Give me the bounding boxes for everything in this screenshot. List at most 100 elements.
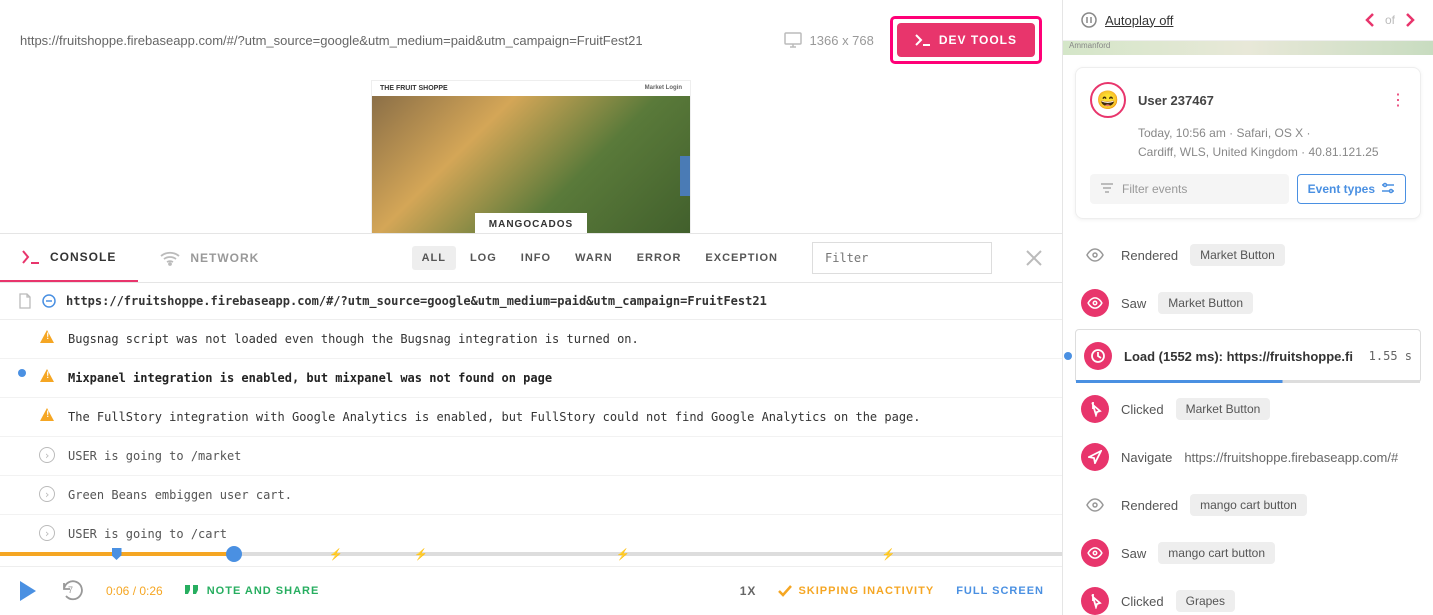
filter-events-input[interactable]: Filter events [1090, 174, 1289, 204]
prev-session-button[interactable] [1365, 13, 1375, 27]
console-filter-input[interactable] [812, 242, 992, 274]
eye-icon [1081, 491, 1109, 519]
file-icon [18, 293, 32, 309]
navigate-icon [1081, 443, 1109, 471]
next-session-button[interactable] [1405, 13, 1415, 27]
feedback-tab [680, 156, 690, 196]
collapse-icon[interactable] [42, 294, 56, 308]
warning-icon [40, 408, 54, 421]
wifi-icon [160, 250, 180, 266]
user-name[interactable]: User 237467 [1138, 93, 1214, 108]
playback-speed[interactable]: 1X [740, 584, 757, 598]
viewport-indicator: 1366 x 768 [784, 32, 874, 48]
event-label: Clicked [1121, 402, 1164, 417]
event-label: Saw [1121, 546, 1146, 561]
monitor-icon [784, 32, 802, 48]
console-breadcrumb: https://fruitshoppe.firebaseapp.com/#/?u… [0, 283, 1062, 320]
pointer-icon [1081, 587, 1109, 615]
console-message: Green Beans embiggen user cart. [68, 486, 1044, 504]
user-card: 😄 User 237467 ⋮ Today, 10:56 am · Safari… [1075, 67, 1421, 219]
event-time: 1.55 s [1369, 349, 1412, 363]
event-row[interactable]: Load (1552 ms): https://fruitshoppe.fi 1.… [1075, 329, 1421, 383]
console-row[interactable]: USER is going to /market [0, 437, 1062, 476]
play-button[interactable] [18, 580, 38, 602]
console-icon [915, 34, 931, 46]
event-label: Saw [1121, 296, 1146, 311]
event-chip: mango cart button [1190, 494, 1307, 516]
console-message: Mixpanel integration is enabled, but mix… [68, 369, 1044, 387]
playback-time: 0:06 / 0:26 [106, 584, 163, 598]
filter-exception[interactable]: EXCEPTION [695, 246, 788, 270]
filter-icon [1100, 183, 1114, 195]
eye-icon [1081, 539, 1109, 567]
pointer-icon [1081, 395, 1109, 423]
clock-icon [1084, 342, 1112, 370]
close-icon [1024, 248, 1044, 268]
fullscreen-button[interactable]: FULL SCREEN [956, 585, 1044, 597]
chevron-right-icon [1405, 13, 1415, 27]
page-url: https://fruitshoppe.firebaseapp.com/#/?u… [20, 33, 768, 48]
filter-warn[interactable]: WARN [565, 246, 623, 270]
filter-error[interactable]: ERROR [627, 246, 692, 270]
console-message: Bugsnag script was not loaded even thoug… [68, 330, 1044, 348]
console-row[interactable]: Mixpanel integration is enabled, but mix… [0, 359, 1062, 398]
event-chip: Market Button [1176, 398, 1271, 420]
event-label: Load (1552 ms): https://fruitshoppe.fi [1124, 349, 1357, 364]
console-message: USER is going to /market [68, 447, 1044, 465]
console-message: USER is going to /cart [68, 525, 1044, 543]
quote-icon [185, 585, 199, 597]
warning-icon [40, 369, 54, 382]
pause-icon [1081, 12, 1097, 28]
event-row[interactable]: Saw mango cart button [1075, 529, 1421, 577]
warning-icon [40, 330, 54, 343]
autoplay-toggle[interactable]: Autoplay off [1081, 12, 1173, 28]
console-icon [22, 250, 40, 264]
event-chip: Market Button [1158, 292, 1253, 314]
filter-info[interactable]: INFO [511, 246, 561, 270]
event-row[interactable]: Saw Market Button [1075, 279, 1421, 327]
event-row[interactable]: Navigate https://fruitshoppe.firebaseapp.… [1075, 433, 1421, 481]
event-label: Navigate [1121, 450, 1172, 465]
check-icon [778, 585, 792, 597]
user-avatar: 😄 [1090, 82, 1126, 118]
filter-log[interactable]: LOG [460, 246, 507, 270]
filter-all[interactable]: ALL [412, 246, 456, 270]
location-map: Ammanford [1063, 41, 1433, 55]
play-icon [18, 580, 38, 602]
event-chip: mango cart button [1158, 542, 1275, 564]
event-types-button[interactable]: Event types [1297, 174, 1406, 204]
playback-timeline[interactable]: ⚡ ⚡ ⚡ ⚡ [0, 552, 1062, 566]
session-preview: THE FRUIT SHOPPE Market Login MANGOCADOS [0, 80, 1062, 233]
console-message: The FullStory integration with Google An… [68, 408, 1044, 426]
devtools-button[interactable]: DEV TOOLS [897, 23, 1035, 57]
chevron-right-icon [39, 486, 55, 502]
tab-network[interactable]: NETWORK [138, 234, 281, 282]
event-label: Rendered [1121, 248, 1178, 263]
chevron-right-icon [39, 525, 55, 541]
event-label: Clicked [1121, 594, 1164, 609]
console-row[interactable]: Green Beans embiggen user cart. [0, 476, 1062, 515]
eye-icon [1081, 289, 1109, 317]
event-label: Rendered [1121, 498, 1178, 513]
event-chip: Grapes [1176, 590, 1235, 612]
console-row[interactable]: USER is going to /cart [0, 515, 1062, 554]
event-row[interactable]: Rendered Market Button [1075, 231, 1421, 279]
skip-inactivity-toggle[interactable]: SKIPPING INACTIVITY [778, 585, 934, 597]
preview-brand: THE FRUIT SHOPPE [380, 85, 448, 92]
hero-label: MANGOCADOS [475, 213, 587, 233]
event-row[interactable]: Clicked Grapes [1075, 577, 1421, 615]
sliders-icon [1381, 182, 1395, 194]
chevron-left-icon [1365, 13, 1375, 27]
close-devtools-button[interactable] [1006, 248, 1062, 268]
user-menu-button[interactable]: ⋮ [1390, 90, 1406, 110]
event-chip: Market Button [1190, 244, 1285, 266]
event-chip: https://fruitshoppe.firebaseapp.com/# [1184, 450, 1398, 465]
note-and-share-button[interactable]: NOTE AND SHARE [185, 585, 320, 597]
console-row[interactable]: The FullStory integration with Google An… [0, 398, 1062, 437]
console-row[interactable]: Bugsnag script was not loaded even thoug… [0, 320, 1062, 359]
event-row[interactable]: Rendered mango cart button [1075, 481, 1421, 529]
tab-console[interactable]: CONSOLE [0, 234, 138, 282]
event-row[interactable]: Clicked Market Button [1075, 385, 1421, 433]
replay-button[interactable]: 7 [60, 579, 84, 603]
user-meta: Today, 10:56 am · Safari, OS X · Cardiff… [1138, 124, 1406, 162]
